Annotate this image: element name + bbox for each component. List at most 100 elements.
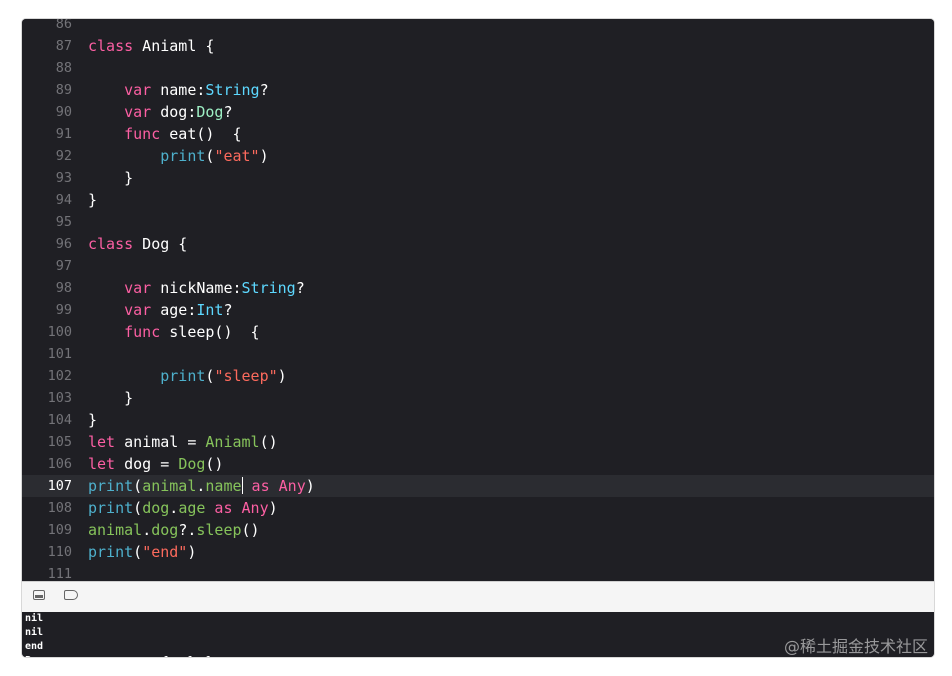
line-number: 104 [47,412,72,428]
code-line[interactable]: 94} [22,189,934,211]
code-text: } [88,409,97,431]
line-number: 100 [47,324,72,340]
console-line: nil [25,613,44,624]
line-number: 98 [55,280,72,296]
code-lines: 86 87 class Aniaml {88 89 var name:String? 9… [22,19,934,581]
breakpoint-tag-icon[interactable] [64,590,78,600]
code-line[interactable]: 92 print("eat") [22,145,934,167]
code-token: sleep() { [160,323,260,341]
code-token: eat() { [160,125,242,143]
code-token: func [124,323,161,341]
code-token: () [259,433,278,451]
code-token: dog [142,499,170,517]
code-line[interactable]: 97 [22,255,934,277]
code-token: "end" [142,543,188,561]
code-line[interactable]: 93 } [22,167,934,189]
code-token: print [88,543,134,561]
code-token: var [124,301,152,319]
code-line[interactable]: 99 var age:Int? [22,299,934,321]
code-line[interactable]: 86 [22,19,934,35]
code-token: } [88,411,98,429]
code-token: ? [295,279,305,297]
code-line[interactable]: 103 } [22,387,934,409]
line-number: 102 [47,368,72,384]
line-number: 101 [47,346,72,362]
line-number: 109 [47,522,72,538]
code-token: var [124,81,152,99]
code-line[interactable]: 100 func sleep() { [22,321,934,343]
code-token: . [169,499,179,517]
line-number: 103 [47,390,72,406]
code-token: as [242,477,279,495]
code-token: print [88,477,134,495]
code-line[interactable]: 110 print("end") [22,541,934,563]
code-line[interactable]: 104} [22,409,934,431]
code-token: class [88,235,134,253]
code-line[interactable]: 106 let dog = Dog() [22,453,934,475]
code-token: String [241,279,296,297]
code-token: print [160,147,206,165]
code-line[interactable]: 107 print(animal.name as Any) [22,475,934,497]
code-editor[interactable]: 86 87 class Aniaml {88 89 var name:String? 9… [22,19,934,581]
code-token: name [205,477,242,495]
code-line[interactable]: 87 class Aniaml { [22,35,934,57]
code-token: age [178,499,206,517]
code-line[interactable]: 101 [22,343,934,365]
code-text: print("end") [88,541,196,563]
code-token: } [88,169,134,187]
code-token: ? [223,301,233,319]
line-number: 90 [55,104,72,120]
code-token: () [205,455,224,473]
code-token: var [124,279,152,297]
code-line[interactable]: 95 [22,211,934,233]
code-text: var dog:Dog? [88,101,233,123]
code-token: class [88,37,134,55]
code-token: } [88,191,98,209]
line-number: 108 [47,500,72,516]
code-text: } [88,387,133,409]
code-token: . [142,521,152,539]
code-line[interactable]: 111 [22,563,934,581]
code-token: ? [223,103,233,121]
code-token: ?. [178,521,197,539]
code-token: ) [259,147,269,165]
code-line[interactable]: 96 class Dog { [22,233,934,255]
code-token: ) [268,499,278,517]
code-line[interactable]: 108 print(dog.age as Any) [22,497,934,519]
code-token: Aniaml { [133,37,215,55]
line-number: 86 [55,19,72,32]
code-token: nickName: [151,279,242,297]
code-text: } [88,189,97,211]
playground-window: 86 87 class Aniaml {88 89 var name:String? 9… [22,19,934,657]
code-token: Any [241,499,269,517]
code-line[interactable]: 88 [22,57,934,79]
code-token: sleep [196,521,242,539]
code-token: name: [151,81,206,99]
code-text: animal.dog?.sleep() [88,519,260,541]
code-text: let animal = Aniaml() [88,431,278,453]
code-line[interactable]: 105 let animal = Aniaml() [22,431,934,453]
code-line[interactable]: 89 var name:String? [22,79,934,101]
line-number: 92 [55,148,72,164]
line-number: 95 [55,214,72,230]
code-line[interactable]: 91 func eat() { [22,123,934,145]
code-token: ( [133,499,143,517]
code-line[interactable]: 98 var nickName:String? [22,277,934,299]
debug-area-toggle-icon[interactable] [33,590,45,600]
line-number: 87 [55,38,72,54]
code-line[interactable]: 109 animal.dog?.sleep() [22,519,934,541]
line-number: 91 [55,126,72,142]
code-text: var age:Int? [88,299,233,321]
code-token: "eat" [214,147,260,165]
line-number: 107 [47,478,72,494]
code-text: var name:String? [88,79,269,101]
code-line[interactable]: 90 var dog:Dog? [22,101,934,123]
line-number: 105 [47,434,72,450]
code-text: print(dog.age as Any) [88,497,278,519]
code-token: age: [151,301,197,319]
code-line[interactable]: 102 print("sleep") [22,365,934,387]
